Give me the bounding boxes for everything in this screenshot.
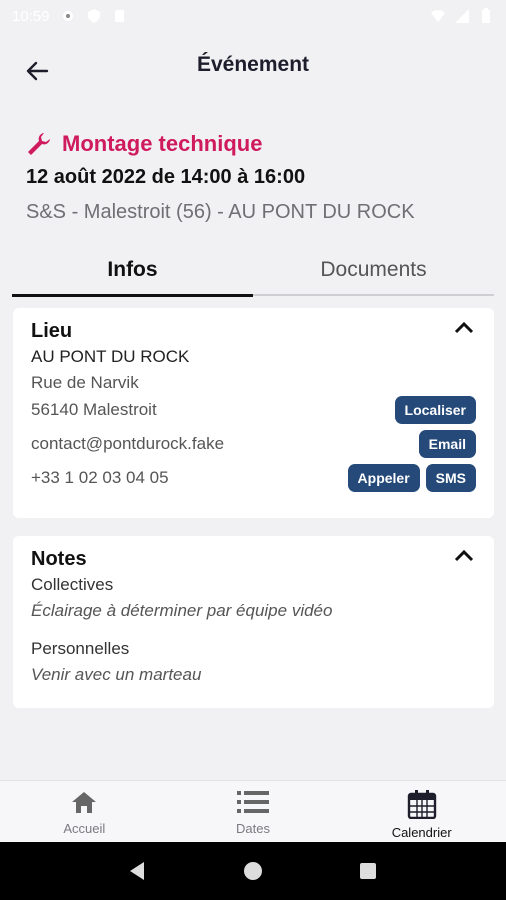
status-time: 10:59: [12, 7, 50, 25]
system-nav-bar: [0, 842, 506, 900]
event-place: S&S - Malestroit (56) - AU PONT DU ROCK: [26, 201, 415, 223]
nav-calendrier-label: Calendrier: [391, 825, 452, 840]
home-circle-icon[interactable]: [242, 860, 264, 882]
event-date: 12 août 2022 de 14:00 à 16:00: [26, 166, 306, 188]
tab-infos[interactable]: Infos: [12, 250, 253, 297]
notes-personnelles-text: Venir avec un marteau: [31, 665, 202, 684]
nav-accueil-label: Accueil: [63, 821, 106, 836]
recents-square-icon[interactable]: [357, 860, 379, 882]
home-icon: [72, 792, 97, 813]
battery-icon: [482, 8, 490, 23]
event-type-label: Montage technique: [62, 131, 263, 156]
nav-dates-label: Dates: [236, 821, 270, 836]
lieu-collapse-button[interactable]: [452, 318, 476, 338]
notes-collapse-button[interactable]: [452, 546, 476, 566]
lieu-card: Lieu AU PONT DU ROCK Rue de Narvik 56140…: [13, 308, 494, 518]
arrow-left-icon: [26, 61, 49, 81]
signal-icon: [455, 9, 469, 23]
wrench-icon: [28, 133, 50, 155]
notes-title: Notes: [31, 548, 87, 570]
notes-collectives-label: Collectives: [31, 575, 114, 594]
tab-documents[interactable]: Documents: [253, 250, 494, 294]
lieu-phone: +33 1 02 03 04 05: [31, 468, 169, 487]
localiser-button[interactable]: Localiser: [394, 396, 476, 424]
list-icon: [237, 791, 269, 813]
chevron-up-icon: [454, 321, 474, 334]
back-triangle-icon[interactable]: [127, 860, 149, 882]
chevron-up-icon: [454, 549, 474, 562]
page-title: Événement: [196, 53, 310, 76]
notes-collectives-text: Éclairage à déterminer par équipe vidéo: [31, 601, 333, 620]
nav-accueil[interactable]: Accueil: [0, 781, 169, 842]
notes-personnelles-label: Personnelles: [31, 639, 130, 658]
lieu-street: Rue de Narvik: [31, 373, 139, 392]
lieu-city: 56140 Malestroit: [31, 400, 157, 419]
lieu-email: contact@pontdurock.fake: [31, 434, 225, 453]
email-button[interactable]: Email: [418, 430, 476, 458]
tab-bar: Infos Documents: [12, 250, 494, 297]
calendar-icon: [407, 790, 436, 819]
nav-calendrier[interactable]: Calendrier: [337, 781, 506, 842]
event-header: Montage technique 12 août 2022 de 14:00 …: [26, 126, 486, 224]
event-type: Montage technique: [26, 126, 486, 162]
sd-card-icon: [114, 10, 124, 22]
sms-button[interactable]: SMS: [425, 464, 476, 492]
back-button[interactable]: [20, 56, 54, 86]
appeler-button[interactable]: Appeler: [347, 464, 420, 492]
shield-icon: [87, 9, 100, 23]
app-header: Événement: [0, 36, 506, 100]
wifi-icon: [431, 10, 445, 22]
lieu-name: AU PONT DU ROCK: [31, 347, 190, 366]
lieu-title: Lieu: [31, 320, 73, 342]
status-bar: 10:59: [0, 0, 506, 32]
notes-card: Notes Collectives Éclairage à déterminer…: [13, 536, 494, 708]
gear-icon: [62, 11, 73, 21]
bottom-nav: Accueil Dates Calendrier: [0, 780, 506, 842]
nav-dates[interactable]: Dates: [169, 781, 338, 842]
